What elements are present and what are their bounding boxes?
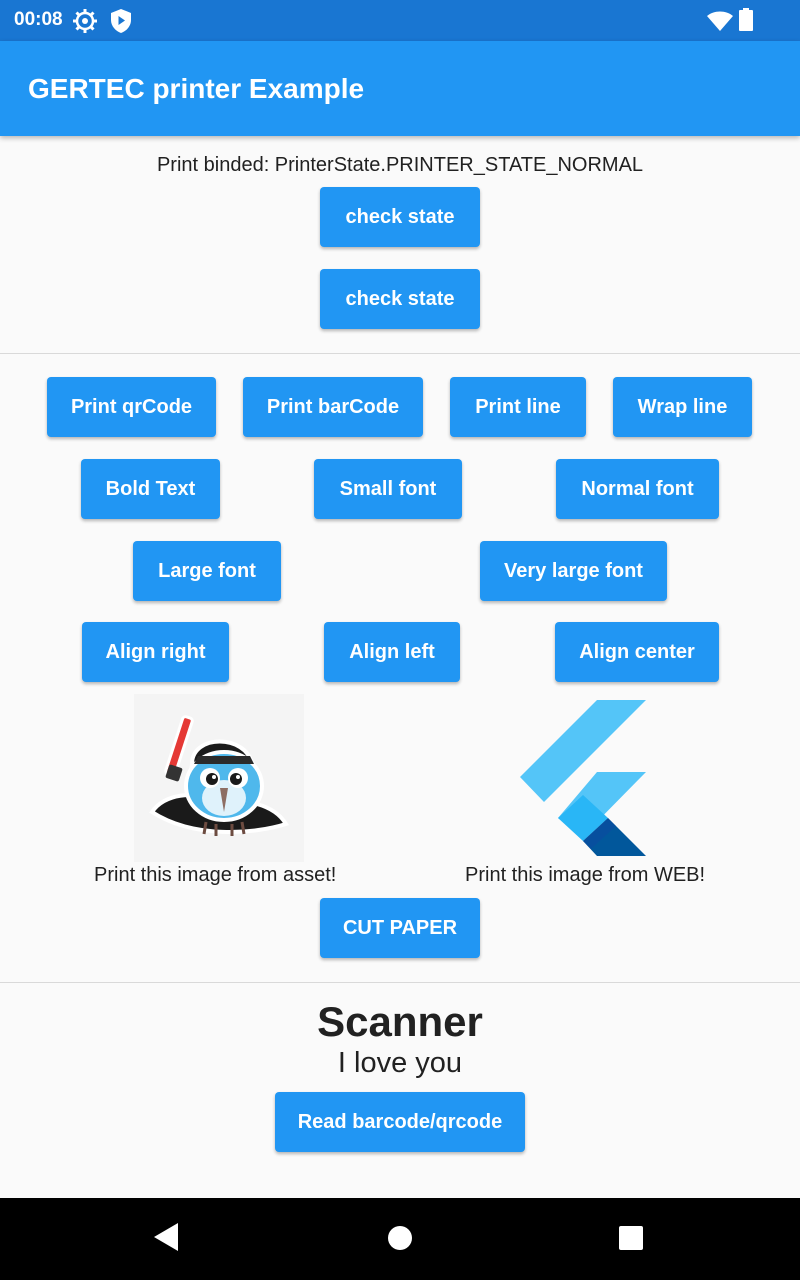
large-font-button[interactable]: Large font	[133, 541, 281, 601]
play-protect-shield-icon	[111, 9, 131, 33]
align-right-button[interactable]: Align right	[82, 622, 229, 682]
print-qrcode-button[interactable]: Print qrCode	[47, 377, 216, 437]
align-left-button[interactable]: Align left	[324, 622, 460, 682]
status-bar: 00:08	[0, 0, 800, 41]
app-title: GERTEC printer Example	[28, 73, 365, 104]
back-icon[interactable]	[152, 1221, 180, 1253]
align-center-button[interactable]: Align center	[555, 622, 719, 682]
status-time: 00:08	[14, 9, 63, 30]
asset-bird-image[interactable]	[134, 694, 304, 862]
divider	[0, 982, 800, 983]
web-image-caption: Print this image from WEB!	[465, 864, 706, 886]
scanner-title: Scanner	[317, 998, 483, 1045]
print-line-button[interactable]: Print line	[450, 377, 586, 437]
app-bar: GERTEC printer Example	[0, 41, 800, 136]
very-large-font-button[interactable]: Very large font	[480, 541, 667, 601]
wrap-line-button[interactable]: Wrap line	[613, 377, 752, 437]
scanner-result-text: I love you	[337, 1047, 463, 1079]
divider	[0, 353, 800, 354]
read-barcode-button[interactable]: Read barcode/qrcode	[275, 1092, 525, 1152]
cut-paper-button[interactable]: CUT PAPER	[320, 898, 480, 958]
wifi-icon	[707, 11, 733, 31]
navigation-bar	[0, 1198, 800, 1280]
flutter-logo-image[interactable]	[520, 700, 646, 856]
printer-status-text: Print binded: PrinterState.PRINTER_STATE…	[156, 154, 644, 176]
asset-image-caption: Print this image from asset!	[94, 864, 337, 886]
print-barcode-button[interactable]: Print barCode	[243, 377, 423, 437]
recents-icon[interactable]	[618, 1225, 644, 1251]
normal-font-button[interactable]: Normal font	[556, 459, 719, 519]
check-state-button[interactable]: check state	[320, 187, 480, 247]
home-icon[interactable]	[386, 1224, 414, 1252]
bold-text-button[interactable]: Bold Text	[81, 459, 220, 519]
small-font-button[interactable]: Small font	[314, 459, 462, 519]
check-state-button-2[interactable]: check state	[320, 269, 480, 329]
settings-gear-icon	[73, 9, 97, 33]
battery-icon	[739, 8, 753, 31]
